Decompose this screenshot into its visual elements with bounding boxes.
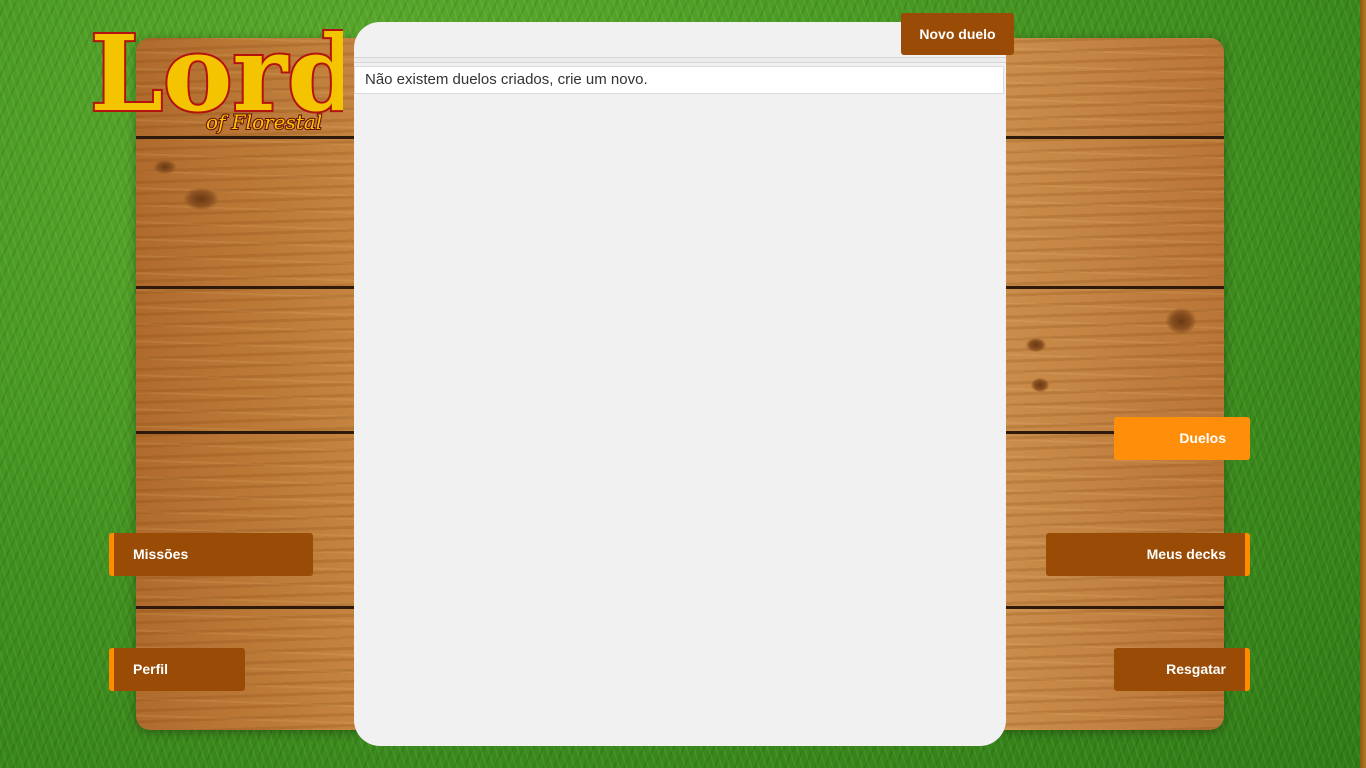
wood-knot [154,160,176,174]
page-scrollbar-edge [1360,0,1366,768]
nav-redeem-button[interactable]: Resgatar [1114,648,1250,691]
nav-missions-button[interactable]: Missões [109,533,313,576]
wood-knot [1031,378,1049,392]
logo-subtitle: of Florestal [206,110,322,134]
nav-duels-button[interactable]: Duelos [1114,417,1250,460]
wood-knot [1166,308,1196,334]
nav-my-decks-button[interactable]: Meus decks [1046,533,1250,576]
lord-of-florestal-logo: Lord of Florestal [88,8,362,158]
duels-panel: Não existem duelos criados, crie um novo… [354,22,1006,746]
nav-profile-button[interactable]: Perfil [109,648,245,691]
panel-divider [354,57,1006,63]
empty-duels-message: Não existem duelos criados, crie um novo… [354,66,1004,94]
wood-knot [1026,338,1046,352]
wood-knot [184,188,218,210]
new-duel-button[interactable]: Novo duelo [901,13,1014,55]
